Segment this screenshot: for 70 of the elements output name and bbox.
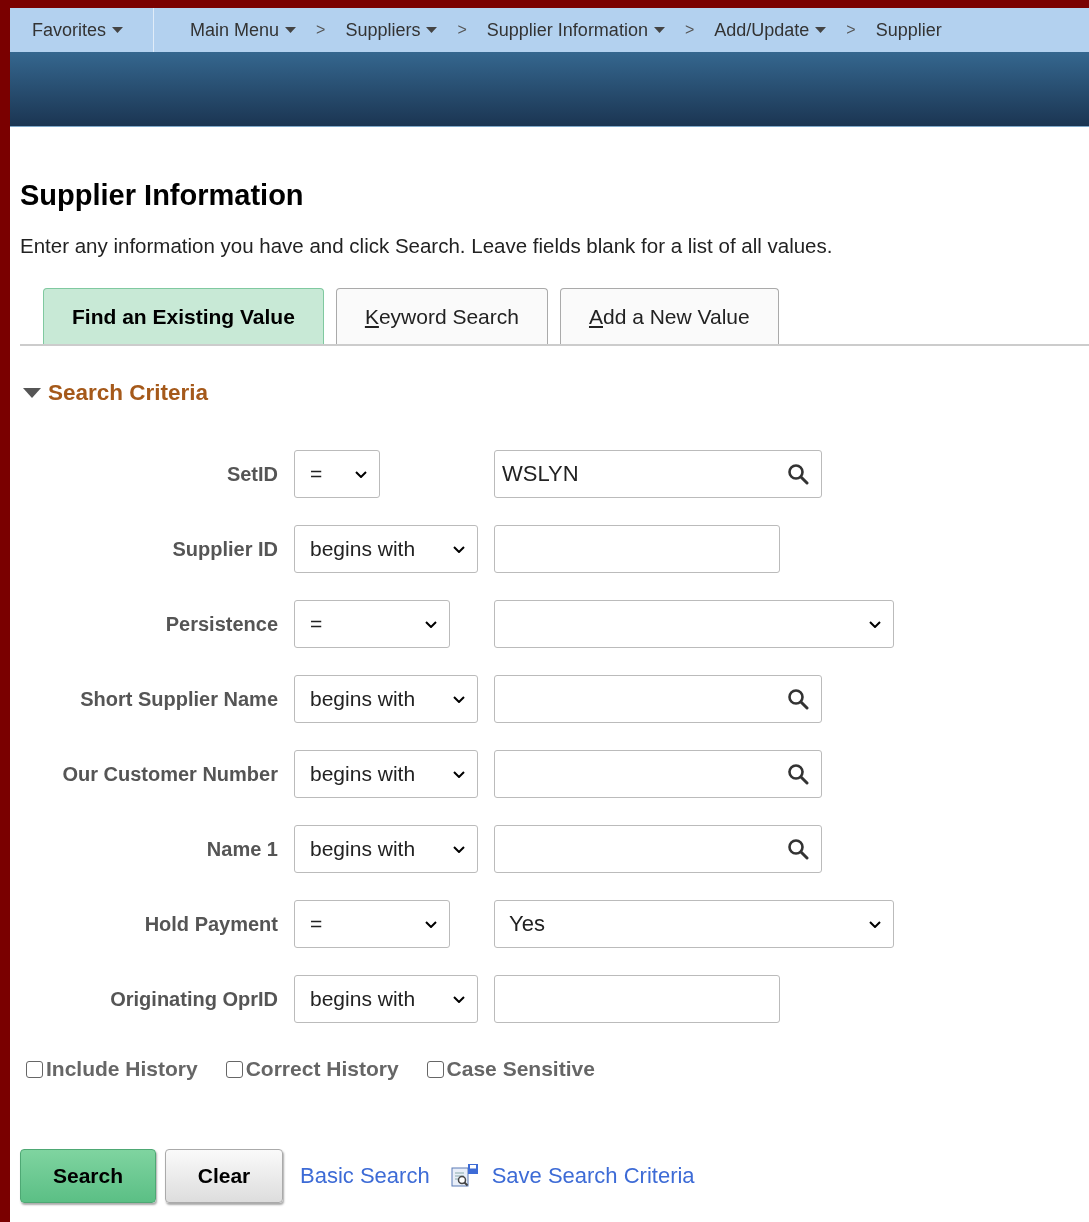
checkbox-label: Case Sensitive xyxy=(446,1057,595,1081)
operator-dropdown[interactable]: begins with xyxy=(294,525,478,573)
field-label: Short Supplier Name xyxy=(80,687,278,711)
search-icon[interactable] xyxy=(787,838,809,860)
section-title[interactable]: Search Criteria xyxy=(48,380,209,406)
field-label: Our Customer Number xyxy=(62,762,278,786)
lookup-field[interactable] xyxy=(494,750,822,798)
search-icon[interactable] xyxy=(787,463,809,485)
operator-dropdown[interactable]: begins with xyxy=(294,975,478,1023)
lookup-field[interactable] xyxy=(494,825,822,873)
caret-icon xyxy=(453,695,465,703)
tab[interactable]: Add a New Value xyxy=(560,288,779,344)
input-field[interactable] xyxy=(494,975,780,1023)
caret-down-icon xyxy=(112,27,124,33)
separator-icon: > xyxy=(316,21,326,39)
field-label: Hold Payment xyxy=(144,912,278,936)
field-label: Persistence xyxy=(165,612,278,636)
search-button[interactable]: Search xyxy=(20,1149,156,1203)
checkbox-label: Include History xyxy=(46,1057,198,1081)
instructions-text: Enter any information you have and click Search. Leave fields blank for a list of all values. xyxy=(20,234,833,258)
caret-icon xyxy=(355,470,367,478)
checkbox[interactable] xyxy=(26,1060,43,1078)
caret-down-icon xyxy=(815,27,827,33)
separator-icon: > xyxy=(846,21,856,39)
value-dropdown[interactable]: Yes xyxy=(494,900,894,948)
menu-item[interactable]: Add/Update xyxy=(714,19,827,41)
caret-icon xyxy=(453,770,465,778)
document-search-icon[interactable] xyxy=(450,1163,479,1189)
menu-item[interactable]: Suppliers xyxy=(345,19,438,41)
operator-dropdown[interactable]: = xyxy=(294,450,380,498)
search-icon[interactable] xyxy=(787,763,809,785)
caret-icon xyxy=(453,545,465,553)
caret-icon xyxy=(425,920,437,928)
field-label: SetID xyxy=(226,462,278,486)
menu-item[interactable]: Supplier xyxy=(875,19,942,41)
caret-down-icon xyxy=(653,27,665,33)
checkbox[interactable] xyxy=(225,1060,243,1078)
tab[interactable]: Keyword Search xyxy=(335,288,548,344)
separator-icon: > xyxy=(457,21,467,39)
input-field[interactable] xyxy=(494,525,780,573)
caret-down-icon xyxy=(285,27,297,33)
menu-item[interactable]: Main Menu xyxy=(190,19,297,41)
operator-dropdown[interactable]: begins with xyxy=(294,675,478,723)
operator-dropdown[interactable]: begins with xyxy=(294,750,478,798)
separator-icon: > xyxy=(684,21,695,39)
checkbox[interactable] xyxy=(426,1060,444,1078)
field-label: Originating OprID xyxy=(110,987,278,1011)
menu-item[interactable]: Favorites xyxy=(32,19,124,41)
clear-button[interactable]: Clear xyxy=(165,1149,283,1203)
caret-icon xyxy=(453,995,465,1003)
lookup-field[interactable] xyxy=(494,675,822,723)
caret-icon xyxy=(869,620,881,628)
menu-item[interactable]: Supplier Information xyxy=(486,19,665,41)
checkbox-label: Correct History xyxy=(245,1057,399,1081)
field-label: Name 1 xyxy=(206,837,278,861)
field-label: Supplier ID xyxy=(172,537,278,561)
page-title: Supplier Information xyxy=(20,179,304,212)
collapse-icon[interactable] xyxy=(22,387,42,399)
tab[interactable]: Find an Existing Value xyxy=(43,288,324,344)
caret-down-icon xyxy=(426,27,438,33)
caret-icon xyxy=(453,845,465,853)
operator-dropdown[interactable]: begins with xyxy=(294,825,478,873)
lookup-field[interactable]: WSLYN xyxy=(494,450,822,498)
caret-icon xyxy=(869,920,881,928)
search-icon[interactable] xyxy=(787,688,809,710)
operator-dropdown[interactable]: = xyxy=(294,900,450,948)
link[interactable]: Basic Search xyxy=(300,1163,430,1189)
operator-dropdown[interactable]: = xyxy=(294,600,450,648)
link[interactable]: Save Search Criteria xyxy=(491,1163,695,1189)
caret-icon xyxy=(425,620,437,628)
